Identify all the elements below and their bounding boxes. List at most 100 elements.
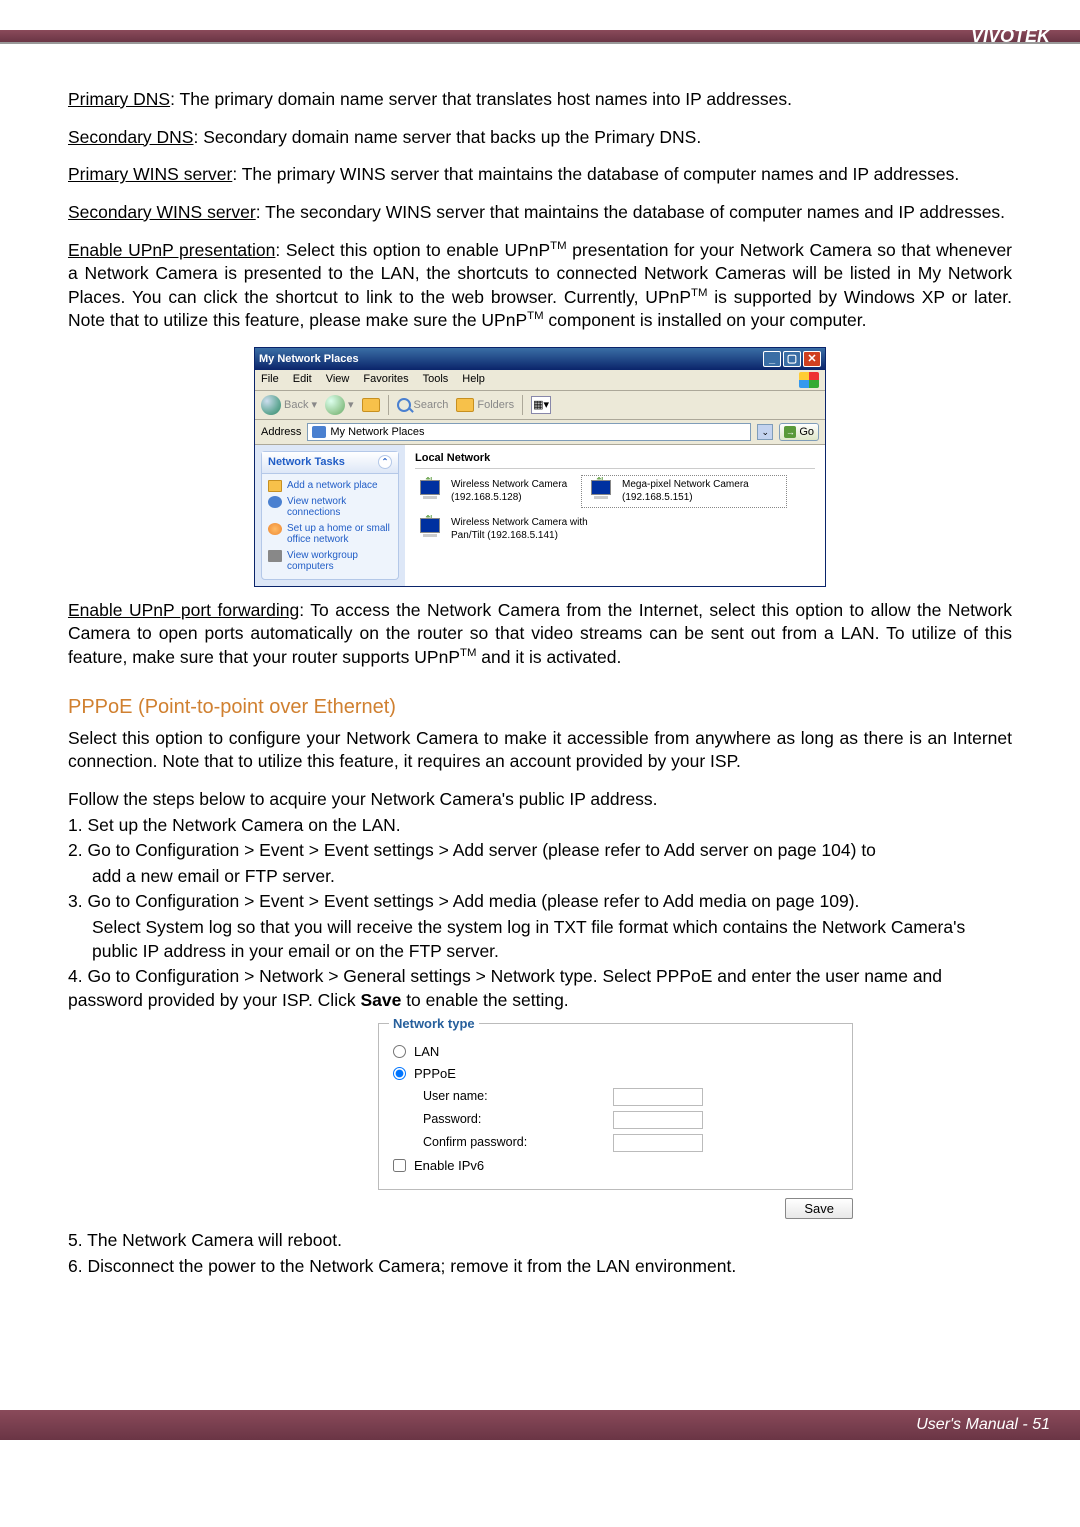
network-item-camera-1[interactable]: ⇅ Wireless Network Camera (192.168.5.128… (415, 475, 571, 508)
back-button[interactable]: Back ▾ (261, 395, 317, 415)
upnp-port-fwd-t2: and it is activated. (476, 647, 621, 667)
task-setup-network[interactable]: Set up a home or small office network (268, 521, 392, 548)
task-label: View network connections (287, 496, 392, 519)
network-tasks-list: Add a network place View network connect… (262, 474, 398, 579)
menu-favorites[interactable]: Favorites (363, 372, 408, 388)
header-bar: VIVOTEK (0, 0, 1080, 42)
address-input[interactable]: My Network Places (307, 423, 751, 441)
folders-label: Folders (477, 398, 514, 413)
para-secondary-dns: Secondary DNS: Secondary domain name ser… (68, 126, 1012, 150)
go-button[interactable]: →Go (779, 423, 819, 441)
maximize-button[interactable]: ▢ (783, 351, 801, 367)
upnp-presentation-t1: : Select this option to enable UPnP (275, 240, 550, 260)
network-item-camera-3[interactable]: ⇅ Wireless Network Camera with Pan/Tilt … (415, 516, 591, 543)
camera-icon: ⇅ (415, 518, 445, 540)
secondary-dns-text: : Secondary domain name server that back… (193, 127, 701, 147)
checkbox-ipv6[interactable] (393, 1159, 406, 1172)
network-type-wrapper: Network type LAN PPPoE User name: Passwo… (378, 1023, 853, 1220)
task-label: Add a network place (287, 480, 378, 492)
lan-label: LAN (414, 1043, 439, 1061)
windows-flag-icon (799, 372, 819, 388)
para-primary-dns: Primary DNS: The primary domain name ser… (68, 88, 1012, 112)
xp-side-panel: Network Tasks ⌃ Add a network place View… (255, 445, 405, 586)
steps-block-2: 5. The Network Camera will reboot. 6. Di… (68, 1229, 1012, 1278)
task-label: Set up a home or small office network (287, 523, 392, 546)
up-folder-icon[interactable] (362, 398, 380, 412)
views-button[interactable]: ▦▾ (531, 396, 551, 414)
close-button[interactable]: ✕ (803, 351, 821, 367)
confirm-password-input[interactable] (613, 1134, 703, 1152)
checkbox-ipv6-row[interactable]: Enable IPv6 (393, 1157, 838, 1175)
minimize-button[interactable]: _ (763, 351, 781, 367)
search-label: Search (414, 398, 449, 413)
step-3b: Select System log so that you will recei… (92, 916, 1012, 963)
network-item-label: Wireless Network Camera with Pan/Tilt (1… (451, 516, 591, 543)
step-4: 4. Go to Configuration > Network > Gener… (68, 965, 1012, 1012)
pppoe-section-title: PPPoE (Point-to-point over Ethernet) (68, 694, 1012, 721)
camera-icon: ⇅ (415, 480, 445, 502)
secondary-dns-label: Secondary DNS (68, 127, 193, 147)
password-input[interactable] (613, 1111, 703, 1129)
row-username: User name: (423, 1088, 703, 1106)
task-view-connections[interactable]: View network connections (268, 494, 392, 521)
primary-dns-text: : The primary domain name server that tr… (170, 89, 792, 109)
back-icon (261, 395, 281, 415)
task-view-workgroup[interactable]: View workgroup computers (268, 548, 392, 575)
save-button[interactable]: Save (785, 1198, 853, 1219)
username-label: User name: (423, 1088, 488, 1105)
menu-edit[interactable]: Edit (293, 372, 312, 388)
radio-lan[interactable] (393, 1045, 406, 1058)
workgroup-icon (268, 550, 282, 562)
row-confirm-password: Confirm password: (423, 1134, 703, 1152)
address-value: My Network Places (330, 425, 424, 440)
menu-view[interactable]: View (326, 372, 350, 388)
camera-icon: ⇅ (586, 480, 616, 502)
chevron-up-icon: ⌃ (378, 455, 392, 469)
network-tasks-header[interactable]: Network Tasks ⌃ (262, 452, 398, 474)
xp-menu-bar: File Edit View Favorites Tools Help (255, 370, 825, 391)
network-items: ⇅ Wireless Network Camera (192.168.5.128… (415, 475, 815, 543)
menu-file[interactable]: File (261, 372, 279, 388)
secondary-wins-text: : The secondary WINS server that maintai… (256, 202, 1005, 222)
tm-mark: TM (460, 647, 476, 659)
menu-tools[interactable]: Tools (423, 372, 449, 388)
network-places-icon (312, 426, 326, 438)
upnp-presentation-label: Enable UPnP presentation (68, 240, 275, 260)
search-button[interactable]: Search (397, 398, 449, 413)
radio-lan-row[interactable]: LAN (393, 1043, 838, 1061)
steps-block: Follow the steps below to acquire your N… (68, 788, 1012, 1013)
xp-title-bar[interactable]: My Network Places _ ▢ ✕ (255, 348, 825, 370)
pppoe-intro: Select this option to configure your Net… (68, 727, 1012, 774)
task-add-network-place[interactable]: Add a network place (268, 478, 392, 494)
xp-address-bar: Address My Network Places ⌄ →Go (255, 420, 825, 445)
radio-pppoe-row[interactable]: PPPoE (393, 1065, 838, 1083)
network-item-label: Wireless Network Camera (192.168.5.128) (451, 478, 571, 505)
xp-body: Network Tasks ⌃ Add a network place View… (255, 445, 825, 586)
para-secondary-wins: Secondary WINS server: The secondary WIN… (68, 201, 1012, 225)
step-4c: to enable the setting. (401, 990, 568, 1010)
address-dropdown-button[interactable]: ⌄ (757, 424, 773, 440)
xp-window-title: My Network Places (259, 352, 359, 367)
folders-button[interactable]: Folders (456, 398, 514, 413)
forward-button[interactable]: ▾ (325, 395, 354, 415)
menu-help[interactable]: Help (462, 372, 485, 388)
step-1: 1. Set up the Network Camera on the LAN. (68, 814, 1012, 838)
primary-wins-text: : The primary WINS server that maintains… (232, 164, 959, 184)
tm-mark: TM (550, 240, 566, 252)
setup-icon (268, 523, 282, 535)
add-place-icon (268, 480, 282, 492)
local-network-header: Local Network (415, 451, 815, 469)
primary-wins-label: Primary WINS server (68, 164, 232, 184)
go-arrow-icon: → (784, 426, 796, 438)
para-upnp-presentation: Enable UPnP presentation: Select this op… (68, 239, 1012, 334)
address-label: Address (261, 425, 301, 440)
upnp-presentation-t4: component is installed on your computer. (544, 310, 867, 330)
steps-intro: Follow the steps below to acquire your N… (68, 788, 1012, 812)
network-item-camera-2[interactable]: ⇅ Mega-pixel Network Camera (192.168.5.1… (581, 475, 787, 508)
username-input[interactable] (613, 1088, 703, 1106)
network-type-fieldset: Network type LAN PPPoE User name: Passwo… (378, 1023, 853, 1191)
radio-pppoe[interactable] (393, 1067, 406, 1080)
folders-icon (456, 398, 474, 412)
header-rule (0, 42, 1080, 44)
step-4-save: Save (360, 990, 401, 1010)
